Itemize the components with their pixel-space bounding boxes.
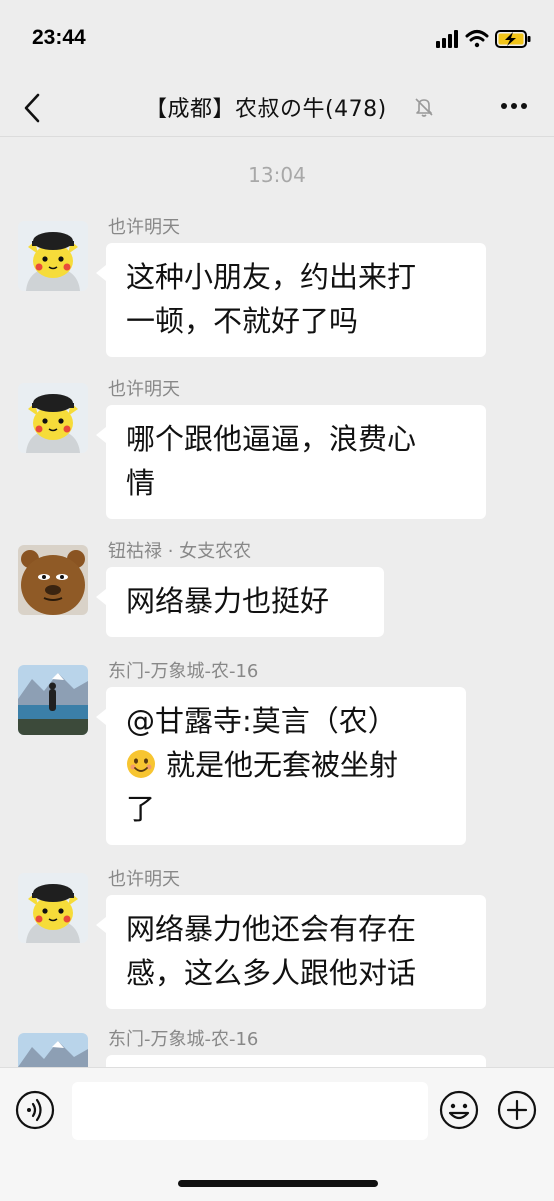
emoji-icon[interactable] bbox=[439, 1090, 479, 1130]
more-dots-icon[interactable] bbox=[500, 100, 528, 112]
sender-name: 东门-万象城-农-16 bbox=[108, 661, 259, 682]
message-line: 哪个跟他逼逼，浪费心 bbox=[126, 422, 417, 456]
plus-icon[interactable] bbox=[497, 1090, 537, 1130]
sender-name: 也许明天 bbox=[108, 869, 180, 890]
message-line: 情 bbox=[126, 466, 156, 500]
pikachu-cap-avatar[interactable] bbox=[18, 383, 88, 453]
sender-name: 也许明天 bbox=[108, 379, 180, 400]
message-bubble[interactable]: 网络暴力也挺好 bbox=[96, 567, 384, 637]
chat-header: 【成都】农叔の牛(478) bbox=[0, 80, 554, 137]
mountain-lake-photo-avatar[interactable] bbox=[18, 1033, 88, 1067]
mountain-lake-photo-avatar[interactable] bbox=[18, 665, 88, 735]
battery-charging-icon bbox=[495, 30, 531, 48]
home-indicator[interactable] bbox=[178, 1180, 378, 1187]
status-icons bbox=[436, 28, 532, 50]
message-text: 就是他无套被坐射 bbox=[166, 748, 399, 782]
message-bubble[interactable]: 这种小朋友，约出来打 一顿，不就好了吗 bbox=[96, 243, 486, 357]
brown-bear-avatar[interactable] bbox=[18, 545, 88, 615]
wifi-icon bbox=[465, 30, 489, 48]
sender-name: 钮祜禄 · 女支农农 bbox=[108, 541, 252, 562]
message-line: 一顿，不就好了吗 bbox=[126, 304, 359, 338]
message-bubble[interactable] bbox=[106, 1055, 486, 1067]
message-line: 感，这么多人跟他对话 bbox=[126, 956, 417, 990]
message-line: 网络暴力也挺好 bbox=[126, 584, 330, 618]
message-line: 了 bbox=[126, 792, 156, 826]
pikachu-cap-avatar[interactable] bbox=[18, 873, 88, 943]
message-line: 就是他无套被坐射 bbox=[126, 743, 448, 787]
smiling-face-icon bbox=[127, 750, 155, 778]
chat-title: 【成都】农叔の牛(478) bbox=[145, 97, 387, 122]
message-bubble[interactable]: 哪个跟他逼逼，浪费心 情 bbox=[96, 405, 486, 519]
status-bar: 23:44 bbox=[0, 0, 554, 80]
sender-name: 也许明天 bbox=[108, 217, 180, 238]
message-line: @甘露寺:莫言（农） bbox=[126, 704, 397, 738]
bell-muted-icon bbox=[415, 98, 433, 117]
status-time: 23:44 bbox=[32, 26, 86, 49]
message-line: 这种小朋友，约出来打 bbox=[126, 260, 417, 294]
signal-icon bbox=[436, 30, 458, 48]
voice-icon[interactable] bbox=[15, 1090, 55, 1130]
message-input[interactable] bbox=[72, 1082, 428, 1140]
message-bubble[interactable]: 网络暴力他还会有存在 感，这么多人跟他对话 bbox=[96, 895, 486, 1009]
pikachu-cap-avatar[interactable] bbox=[18, 221, 88, 291]
time-divider: 13:04 bbox=[248, 163, 306, 187]
message-line: 网络暴力他还会有存在 bbox=[126, 912, 417, 946]
message-bubble[interactable]: @甘露寺:莫言（农） 就是他无套被坐射 了 bbox=[96, 687, 466, 845]
sender-name: 东门-万象城-农-16 bbox=[108, 1029, 259, 1050]
chevron-left-icon[interactable] bbox=[20, 92, 44, 124]
chat-list[interactable]: 13:04 也许明天 这种小朋友，约出来打 一顿，不就好了吗 也许明天 哪个跟他… bbox=[0, 137, 554, 1067]
